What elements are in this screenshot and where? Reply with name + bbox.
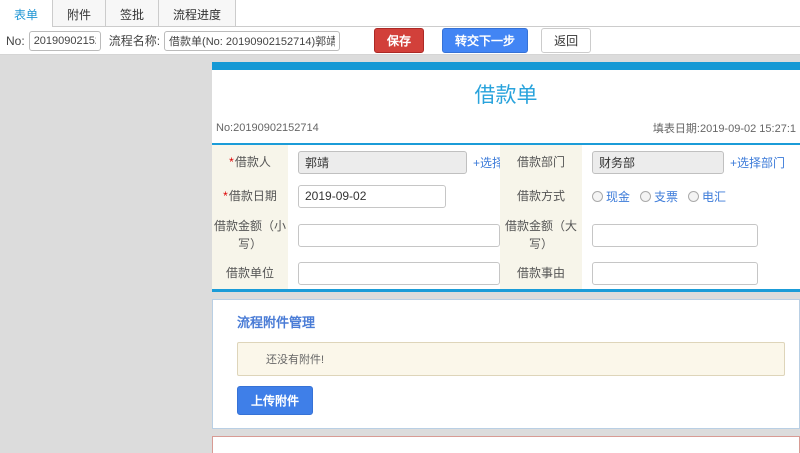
radio-cash[interactable]: 现金 [592,188,630,205]
no-input[interactable] [28,30,101,51]
form-row-unit-reason: 借款单位 借款事由 [212,257,800,289]
method-radio-group: 现金 支票 电汇 [592,188,726,205]
amount-lower-label: 借款金额（小写） [212,213,288,257]
unit-input[interactable] [298,261,500,285]
fill-date-text: 填表日期:2019-09-02 15:27:1 [652,123,796,135]
method-label: 借款方式 [500,179,582,213]
form-row-amounts: 借款金额（小写） 借款金额（大写） [212,213,800,257]
tab-process-progress[interactable]: 流程进度 [158,0,237,26]
unit-label: 借款单位 [212,257,288,289]
flow-name-label: 流程名称: [108,34,161,48]
tab-attachments[interactable]: 附件 [52,0,107,26]
tab-form[interactable]: 表单 [0,0,54,27]
tab-approval[interactable]: 签批 [105,0,160,26]
amount-upper-label: 借款金额（大写） [500,213,582,257]
loan-form-panel: 借款单 No:20190902152714 填表日期:2019-09-02 15… [212,62,800,292]
flow-name-input[interactable] [164,30,341,51]
no-label: No: [6,33,25,48]
required-mark: * [223,189,228,203]
tab-bar: 表单 附件 签批 流程进度 [0,0,800,27]
back-button[interactable]: 返回 [541,28,592,53]
radio-icon [640,190,652,202]
department-input[interactable] [592,150,724,174]
attachments-heading: 流程附件管理 [237,315,316,330]
reason-label: 借款事由 [500,257,582,289]
form-row-date-method: *借款日期 借款方式 现金 [212,179,800,213]
amount-lower-input[interactable] [298,223,500,247]
no-attachments-message: 还没有附件! [237,342,785,376]
amount-upper-input[interactable] [592,223,758,247]
form-meta-row: No:20190902152714 填表日期:2019-09-02 15:27:… [212,116,800,145]
radio-icon [688,190,700,202]
borrower-label: *借款人 [212,145,288,179]
select-department-link[interactable]: +选择部门 [730,154,785,171]
upload-attachment-button[interactable]: 上传附件 [237,386,314,415]
attachments-panel: 流程附件管理 还没有附件! 上传附件 [212,299,800,429]
department-label: 借款部门 [500,145,582,179]
doc-no-text: No:20190902152714 [216,122,319,134]
borrow-date-input[interactable] [298,184,446,208]
radio-icon [592,190,603,202]
forward-next-step-button[interactable]: 转交下一步 [442,28,529,53]
radio-cheque[interactable]: 支票 [640,188,678,205]
reason-input[interactable] [592,261,758,285]
borrower-input[interactable] [298,150,467,174]
radio-wire-transfer[interactable]: 电汇 [688,188,726,205]
approval-panel: 流程签批意见 B I abc ✎ [212,436,800,453]
form-row-borrower: *借款人 +选择人员 借款部门 +选择部门 [212,145,800,179]
action-toolbar: No: 流程名称: 保存 转交下一步 返回 [0,27,800,55]
main-area: 借款单 No:20190902152714 填表日期:2019-09-02 15… [0,55,800,453]
page-title: 借款单 [474,84,538,107]
save-button[interactable]: 保存 [374,28,425,53]
form-grid: *借款人 +选择人员 借款部门 +选择部门 *借款日期 [212,145,800,292]
borrow-date-label: *借款日期 [212,179,288,213]
required-mark: * [229,155,234,169]
